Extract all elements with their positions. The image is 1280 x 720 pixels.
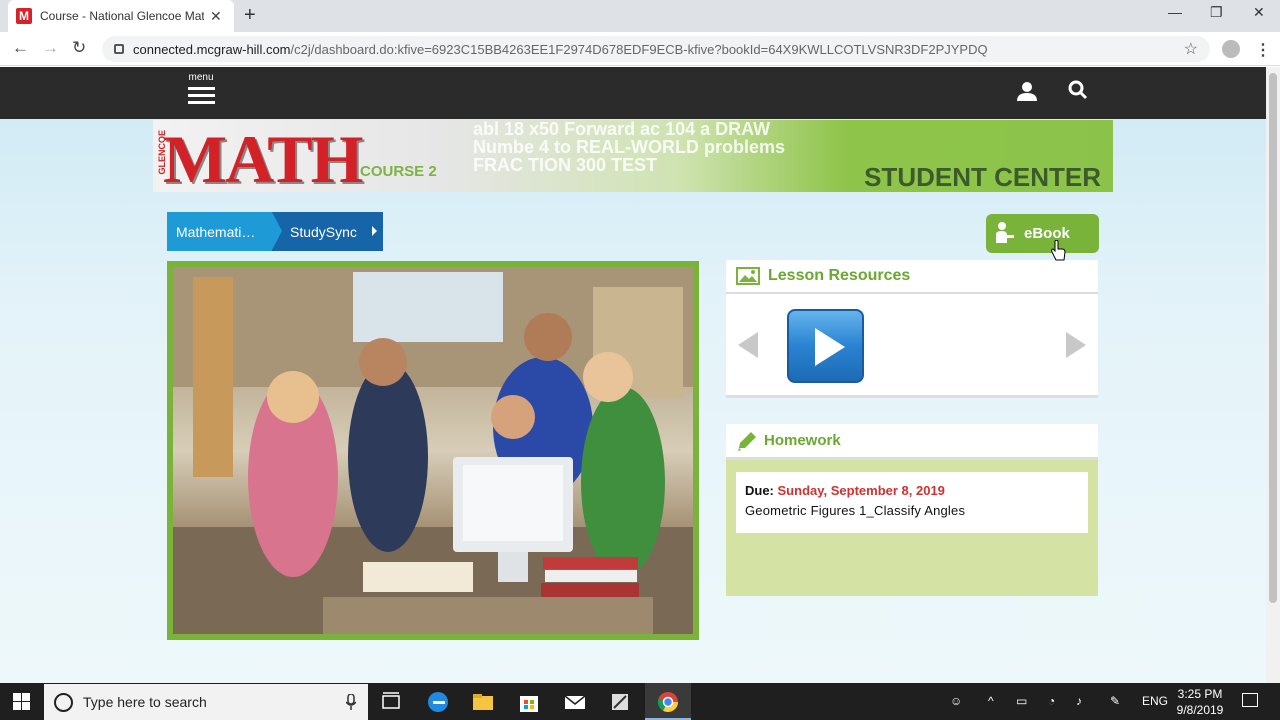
image-icon bbox=[736, 267, 760, 285]
site-top-nav: menu bbox=[0, 67, 1266, 119]
reader-icon bbox=[996, 222, 1014, 243]
lesson-resources-header: Lesson Resources bbox=[726, 260, 1098, 294]
taskbar-search-input[interactable]: Type here to search bbox=[44, 684, 368, 720]
chrome-icon[interactable] bbox=[657, 691, 679, 713]
mcgraw-hill-favicon-icon: M bbox=[16, 8, 32, 24]
banner-collage: abl 18 x50 Forward ac 104 a DRAW Numbe 4… bbox=[473, 120, 786, 175]
page-scrollbar[interactable] bbox=[1266, 67, 1280, 683]
pencil-icon bbox=[738, 431, 756, 451]
homework-header: Homework bbox=[726, 424, 1098, 460]
menu-button[interactable]: menu bbox=[186, 72, 216, 112]
video-resource-button[interactable] bbox=[787, 309, 864, 383]
wifi-icon[interactable]: ◔ bbox=[1048, 694, 1055, 708]
ebook-button[interactable]: eBook bbox=[986, 214, 1099, 253]
cortana-icon bbox=[54, 692, 73, 712]
students-photo bbox=[173, 267, 693, 634]
lesson-resources-title: Lesson Resources bbox=[768, 267, 911, 284]
tab-close-icon[interactable]: ✕ bbox=[210, 8, 222, 25]
scrollbar-thumb[interactable] bbox=[1269, 73, 1277, 603]
back-icon[interactable]: ← bbox=[12, 38, 29, 58]
homework-assignment-link[interactable]: Geometric Figures 1_Classify Angles bbox=[745, 503, 1079, 518]
banner-section: STUDENT CENTER bbox=[864, 162, 1101, 192]
lock-icon bbox=[114, 44, 124, 54]
browser-tab[interactable]: M Course - National Glencoe Math ✕ bbox=[8, 0, 234, 32]
carousel-next-icon[interactable] bbox=[1066, 332, 1086, 358]
store-icon[interactable] bbox=[518, 691, 540, 713]
browser-menu-icon[interactable]: ⋮ bbox=[1255, 40, 1271, 60]
course-banner: GLENCOE MATH COURSE 2 abl 18 x50 Forward… bbox=[153, 120, 1113, 192]
search-icon[interactable] bbox=[1068, 80, 1088, 100]
profile-avatar-icon[interactable] bbox=[1222, 40, 1240, 58]
banner-title: MATH bbox=[163, 121, 363, 192]
action-center-icon[interactable] bbox=[1242, 693, 1258, 707]
pen-icon[interactable]: ✎ bbox=[1110, 694, 1120, 708]
microphone-icon[interactable] bbox=[346, 694, 356, 710]
people-icon[interactable]: ☺ bbox=[950, 694, 962, 708]
system-clock[interactable]: 3:25 PM 9/8/2019 bbox=[1172, 686, 1228, 718]
url-text: connected.mcgraw-hill.com/c2j/dashboard.… bbox=[133, 41, 988, 57]
windows-start-icon[interactable] bbox=[13, 693, 30, 710]
homework-item[interactable]: Due: Sunday, September 8, 2019 Geometric… bbox=[736, 472, 1088, 533]
user-icon[interactable] bbox=[1016, 80, 1038, 102]
close-window-icon[interactable]: ✕ bbox=[1253, 4, 1265, 21]
banner-course: COURSE 2 bbox=[360, 163, 437, 180]
hamburger-icon bbox=[186, 87, 216, 104]
new-tab-icon[interactable]: + bbox=[244, 4, 256, 27]
volume-icon[interactable]: ♪ bbox=[1076, 694, 1082, 708]
play-icon bbox=[815, 328, 845, 366]
hero-photo-frame bbox=[167, 261, 699, 640]
due-label: Due: bbox=[745, 483, 774, 498]
breadcrumb-item-label: StudySync bbox=[290, 224, 357, 240]
page-content: menu GLENCOE MATH COURSE 2 abl 18 x50 Fo… bbox=[0, 67, 1266, 683]
browser-tab-strip: M Course - National Glencoe Math ✕ + — ❐… bbox=[0, 0, 1280, 32]
hand-cursor-icon bbox=[1051, 240, 1066, 261]
search-placeholder: Type here to search bbox=[83, 694, 207, 710]
carousel-prev-icon[interactable] bbox=[738, 332, 758, 358]
homework-due-line: Due: Sunday, September 8, 2019 bbox=[745, 483, 1079, 498]
breadcrumb-item-course[interactable]: Mathematics Course 2 bbox=[167, 212, 272, 251]
restore-icon[interactable]: ❐ bbox=[1210, 4, 1223, 21]
language-indicator[interactable]: ENG bbox=[1142, 694, 1168, 708]
forward-icon[interactable]: → bbox=[42, 38, 59, 58]
file-explorer-icon[interactable] bbox=[472, 691, 494, 713]
menu-label: menu bbox=[188, 72, 214, 83]
homework-panel: Homework Due: Sunday, September 8, 2019 … bbox=[726, 424, 1098, 596]
homework-title: Homework bbox=[764, 432, 841, 449]
breadcrumb: Mathematics Course 2 StudySync bbox=[167, 212, 383, 251]
snipping-tool-icon[interactable] bbox=[609, 691, 631, 713]
breadcrumb-item-studysync[interactable]: StudySync bbox=[272, 212, 383, 251]
due-date: Sunday, September 8, 2019 bbox=[777, 483, 945, 498]
lesson-resources-panel: Lesson Resources bbox=[726, 260, 1098, 398]
clock-time: 3:25 PM bbox=[1177, 687, 1223, 701]
tab-title: Course - National Glencoe Math bbox=[40, 9, 204, 23]
minimize-icon[interactable]: — bbox=[1168, 4, 1182, 20]
address-bar[interactable]: connected.mcgraw-hill.com/c2j/dashboard.… bbox=[102, 36, 1210, 62]
battery-icon[interactable]: ▭ bbox=[1016, 694, 1027, 708]
caret-right-icon bbox=[372, 226, 377, 236]
students-at-computer-image bbox=[173, 267, 693, 634]
bookmark-star-icon[interactable]: ☆ bbox=[1184, 39, 1198, 59]
edge-icon[interactable] bbox=[427, 691, 449, 713]
reload-icon[interactable]: ↻ bbox=[72, 38, 86, 58]
browser-toolbar: ← → ↻ connected.mcgraw-hill.com/c2j/dash… bbox=[0, 32, 1280, 66]
windows-taskbar: Type here to search ☺ ^ ▭ ◔ ♪ ✎ ENG 3:25… bbox=[0, 683, 1280, 720]
task-view-icon[interactable] bbox=[380, 691, 402, 713]
clock-date: 9/8/2019 bbox=[1176, 703, 1224, 717]
mail-icon[interactable] bbox=[564, 691, 586, 713]
chevron-up-icon[interactable]: ^ bbox=[988, 694, 994, 708]
